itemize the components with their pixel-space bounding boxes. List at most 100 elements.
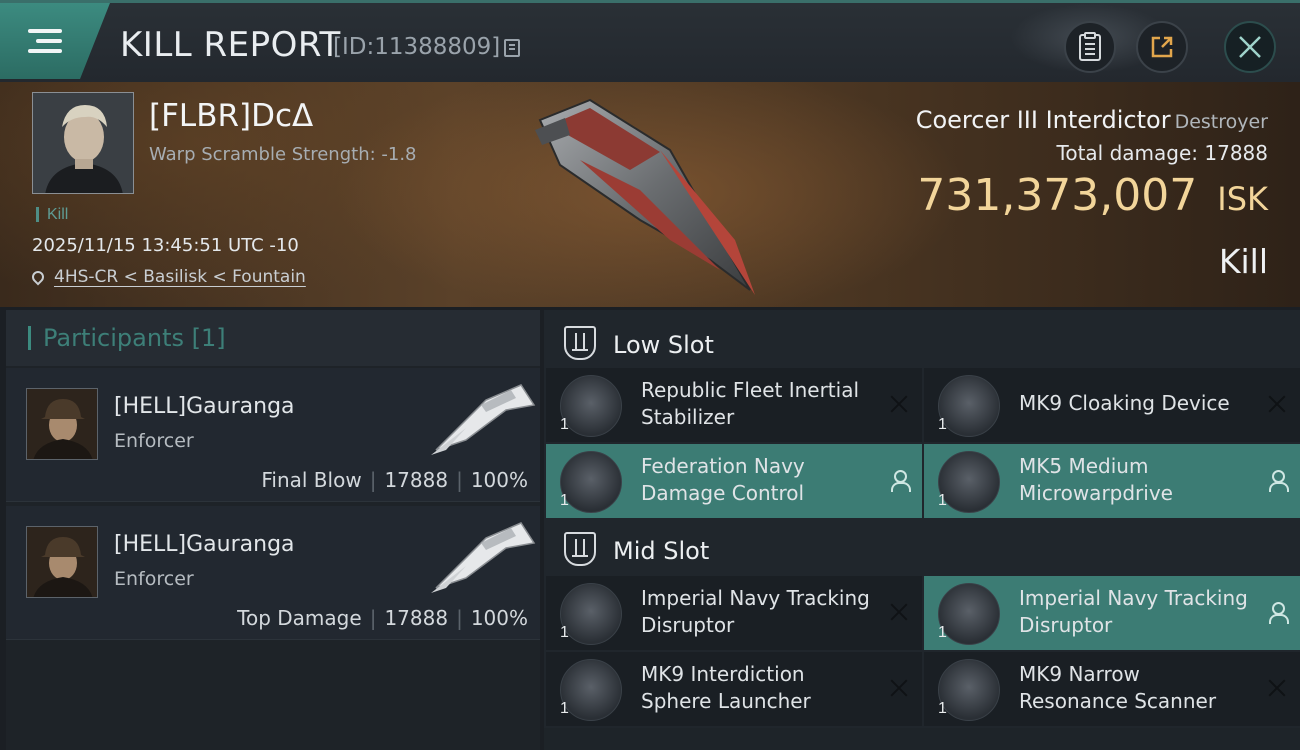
module-quantity: 1 [938,416,947,433]
isk-unit: ISK [1217,180,1268,218]
clipboard-icon [1079,32,1101,61]
module-name: Imperial Navy Tracking Disruptor [641,586,870,637]
stat-divider: | [456,468,463,492]
participant-name[interactable]: [HELL]Gauranga [114,394,295,419]
module-quantity: 1 [938,624,947,641]
module-name: Federation Navy Damage Control [641,454,805,505]
fitting-panel: Low Slot 1 Republic Fleet Inertial Stabi… [544,310,1300,750]
module-name: MK9 Narrow Resonance Scanner [1019,662,1217,713]
top-bar: KILL REPORT [ID:11388809] [0,0,1300,82]
inertial-stabilizer-icon [560,375,622,437]
microwarpdrive-icon [938,451,1000,513]
share-icon [1151,36,1173,58]
isk-value-line: 731,373,007 ISK [917,170,1268,221]
victim-name[interactable]: [FLBR]DcΔ [149,98,313,134]
close-button[interactable] [1224,21,1276,73]
module-item[interactable]: 1 Federation Navy Damage Control [546,444,922,518]
participants-count: [1] [191,324,226,352]
destroyed-x-icon [888,677,910,699]
cloaking-device-icon [938,375,1000,437]
pilot-avatar-icon [33,93,133,193]
tracking-disruptor-icon [560,583,622,645]
participant-portrait[interactable] [26,388,98,460]
participant-damage: 17888 [384,468,449,492]
sphere-launcher-icon [560,659,622,721]
next-slot-header-partial [544,728,1300,750]
module-quantity: 1 [938,700,947,717]
participants-panel: Participants [1] [HELL]Gauranga Enforcer… [6,310,540,750]
module-item[interactable]: 1 MK9 Interdiction Sphere Launcher [546,652,922,726]
module-item[interactable]: 1 Imperial Navy Tracking Disruptor [546,576,922,650]
destroyed-x-icon [888,601,910,623]
participants-title: Participants [1] [28,326,226,350]
page-title: KILL REPORT [120,25,341,65]
participant-role: Top Damage [237,606,362,630]
participant-role: Final Blow [261,468,362,492]
destroyed-x-icon [1266,677,1288,699]
total-damage-value: 17888 [1204,141,1268,165]
participant-damage: 17888 [384,606,449,630]
dropped-person-icon [1266,601,1289,624]
isk-value: 731,373,007 [917,170,1198,221]
mid-slot-header: Mid Slot [544,520,1300,578]
module-item[interactable]: 1 MK9 Cloaking Device [924,368,1300,442]
copy-id-icon[interactable] [504,39,520,57]
module-item[interactable]: 1 Republic Fleet Inertial Stabilizer [546,368,922,442]
total-damage-line: Total damage: 17888 [1057,141,1268,165]
hamburger-menu-icon [28,29,62,55]
module-name: Republic Fleet Inertial Stabilizer [641,378,860,429]
ship-class: Destroyer [1174,111,1268,133]
participant-row[interactable]: [HELL]Gauranga Enforcer Final Blow | 17888… [6,368,540,502]
participant-percent: 100% [470,468,528,492]
location-link[interactable]: 4HS-CR < Basilisk < Fountain [29,267,306,287]
close-icon [1239,36,1261,58]
clipboard-button[interactable] [1064,21,1116,73]
tracking-disruptor-icon [938,583,1000,645]
mid-slot-icon [564,532,596,566]
kill-tag: Kill [36,207,68,223]
kill-timestamp: 2025/11/15 13:45:51 UTC -10 [32,235,299,256]
stat-divider: | [369,606,377,630]
dropped-person-icon [1266,469,1289,492]
damage-control-icon [560,451,622,513]
participant-ship-image[interactable] [426,380,536,460]
warp-scramble-strength: Warp Scramble Strength: -1.8 [149,144,417,165]
report-id: [ID:11388809] [333,34,501,60]
victim-portrait[interactable] [32,92,134,194]
participant-row[interactable]: [HELL]Gauranga Enforcer Top Damage | 17888… [6,506,540,640]
resonance-scanner-icon [938,659,1000,721]
participants-header[interactable]: Participants [1] [6,310,540,366]
share-button[interactable] [1136,21,1188,73]
module-item[interactable]: 1 Imperial Navy Tracking Disruptor [924,576,1300,650]
participant-name[interactable]: [HELL]Gauranga [114,532,295,557]
pilot-avatar-icon [27,527,97,597]
module-name: Imperial Navy Tracking Disruptor [1019,586,1248,637]
module-item[interactable]: 1 MK9 Narrow Resonance Scanner [924,652,1300,726]
low-slot-header: Low Slot [544,314,1300,372]
module-quantity: 1 [938,492,947,509]
ship-name-line: Coercer III Interdictor Destroyer [916,106,1268,134]
dropped-person-icon [888,469,911,492]
participant-portrait[interactable] [26,526,98,598]
participant-ship: Enforcer [114,430,194,452]
module-quantity: 1 [560,624,569,641]
location-text[interactable]: 4HS-CR < Basilisk < Fountain [54,267,306,287]
participant-stats: Final Blow | 17888 | 100% [261,468,528,492]
pilot-avatar-icon [27,389,97,459]
participant-percent: 100% [470,606,528,630]
participants-label: Participants [43,324,184,352]
location-pin-icon [29,268,47,286]
ship-name[interactable]: Coercer III Interdictor [916,106,1171,134]
menu-button[interactable] [0,3,110,79]
module-quantity: 1 [560,492,569,509]
module-item[interactable]: 1 MK5 Medium Microwarpdrive [924,444,1300,518]
victim-ship-image[interactable] [520,90,780,305]
participant-ship: Enforcer [114,568,194,590]
stat-divider: | [456,606,463,630]
module-name: MK9 Interdiction Sphere Launcher [641,662,811,713]
participant-ship-image[interactable] [426,518,536,598]
module-name: MK9 Cloaking Device [1019,391,1230,415]
kill-result: Kill [1218,242,1268,281]
low-slot-icon [564,326,596,360]
participant-stats: Top Damage | 17888 | 100% [237,606,528,630]
